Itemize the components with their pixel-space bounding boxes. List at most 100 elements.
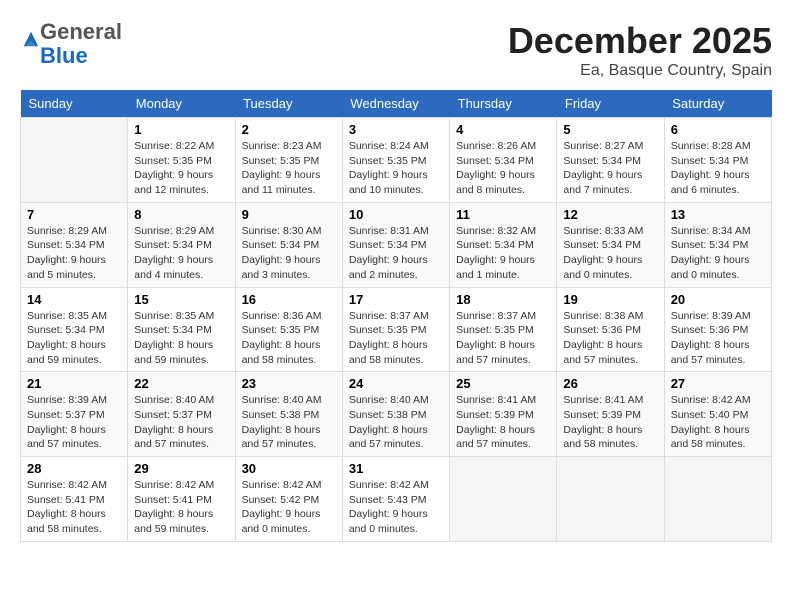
day-number: 15 <box>134 292 228 307</box>
day-info: Sunrise: 8:26 AMSunset: 5:34 PMDaylight:… <box>456 139 550 198</box>
day-number: 6 <box>671 122 765 137</box>
day-info: Sunrise: 8:35 AMSunset: 5:34 PMDaylight:… <box>134 309 228 368</box>
day-info: Sunrise: 8:42 AMSunset: 5:43 PMDaylight:… <box>349 478 443 537</box>
day-number: 27 <box>671 376 765 391</box>
day-info: Sunrise: 8:40 AMSunset: 5:38 PMDaylight:… <box>242 393 336 452</box>
calendar-cell: 4 Sunrise: 8:26 AMSunset: 5:34 PMDaylight… <box>450 118 557 203</box>
day-info: Sunrise: 8:42 AMSunset: 5:41 PMDaylight:… <box>27 478 121 537</box>
calendar-cell: 7Sunrise: 8:29 AMSunset: 5:34 PMDaylight… <box>21 202 128 287</box>
day-info: Sunrise: 8:32 AMSunset: 5:34 PMDaylight:… <box>456 224 550 283</box>
day-info: Sunrise: 8:40 AMSunset: 5:37 PMDaylight:… <box>134 393 228 452</box>
calendar-week-row: 1 Sunrise: 8:22 AMSunset: 5:35 PMDaylight… <box>21 118 772 203</box>
calendar-week-row: 7 Sunrise: 8:29 AMSunset: 5:34 PMDaylight… <box>21 202 772 287</box>
weekday-header: Saturday <box>664 90 771 118</box>
day-number: 28 <box>27 461 121 476</box>
day-number: 17 <box>349 292 443 307</box>
calendar-cell <box>21 118 128 203</box>
day-number: 22 <box>134 376 228 391</box>
calendar-cell: 27Sunrise: 8:42 AMSunset: 5:40 PMDayligh… <box>664 372 771 457</box>
calendar-cell: 1 Sunrise: 8:22 AMSunset: 5:35 PMDaylight… <box>128 118 235 203</box>
weekday-header: Friday <box>557 90 664 118</box>
day-number: 5 <box>563 122 657 137</box>
day-number: 1 <box>134 122 228 137</box>
calendar-header: SundayMondayTuesdayWednesdayThursdayFrid… <box>21 90 772 118</box>
logo-general-text: General <box>40 19 122 44</box>
calendar-cell: 20 Sunrise: 8:39 AMSunset: 5:36 PMDayligh… <box>664 287 771 372</box>
day-number: 25 <box>456 376 550 391</box>
calendar-cell: 3Sunrise: 8:24 AMSunset: 5:35 PMDaylight… <box>342 118 449 203</box>
day-info: Sunrise: 8:22 AMSunset: 5:35 PMDaylight:… <box>134 139 228 198</box>
calendar-cell: 29Sunrise: 8:42 AMSunset: 5:41 PMDayligh… <box>128 457 235 542</box>
day-info: Sunrise: 8:39 AMSunset: 5:37 PMDaylight:… <box>27 393 121 452</box>
calendar-cell: 23 Sunrise: 8:40 AMSunset: 5:38 PMDayligh… <box>235 372 342 457</box>
day-number: 10 <box>349 207 443 222</box>
calendar-cell <box>664 457 771 542</box>
day-number: 8 <box>134 207 228 222</box>
day-number: 4 <box>456 122 550 137</box>
day-number: 14 <box>27 292 121 307</box>
weekday-header: Thursday <box>450 90 557 118</box>
calendar-cell: 12 Sunrise: 8:33 AMSunset: 5:34 PMDayligh… <box>557 202 664 287</box>
calendar-body: 1 Sunrise: 8:22 AMSunset: 5:35 PMDaylight… <box>21 118 772 542</box>
day-info: Sunrise: 8:27 AMSunset: 5:34 PMDaylight:… <box>563 139 657 198</box>
calendar-cell: 13Sunrise: 8:34 AMSunset: 5:34 PMDayligh… <box>664 202 771 287</box>
day-number: 31 <box>349 461 443 476</box>
day-info: Sunrise: 8:33 AMSunset: 5:34 PMDaylight:… <box>563 224 657 283</box>
day-number: 7 <box>27 207 121 222</box>
day-info: Sunrise: 8:36 AMSunset: 5:35 PMDaylight:… <box>242 309 336 368</box>
calendar-cell: 30 Sunrise: 8:42 AMSunset: 5:42 PMDayligh… <box>235 457 342 542</box>
day-number: 19 <box>563 292 657 307</box>
calendar-cell: 24 Sunrise: 8:40 AMSunset: 5:38 PMDayligh… <box>342 372 449 457</box>
day-info: Sunrise: 8:29 AMSunset: 5:34 PMDaylight:… <box>134 224 228 283</box>
day-number: 11 <box>456 207 550 222</box>
day-number: 29 <box>134 461 228 476</box>
calendar-cell: 6 Sunrise: 8:28 AMSunset: 5:34 PMDaylight… <box>664 118 771 203</box>
calendar-week-row: 14 Sunrise: 8:35 AMSunset: 5:34 PMDayligh… <box>21 287 772 372</box>
day-info: Sunrise: 8:34 AMSunset: 5:34 PMDaylight:… <box>671 224 765 283</box>
calendar-cell: 14 Sunrise: 8:35 AMSunset: 5:34 PMDayligh… <box>21 287 128 372</box>
logo-blue-text: Blue <box>40 43 88 68</box>
calendar-cell: 15 Sunrise: 8:35 AMSunset: 5:34 PMDayligh… <box>128 287 235 372</box>
day-number: 3 <box>349 122 443 137</box>
calendar-cell <box>450 457 557 542</box>
day-number: 18 <box>456 292 550 307</box>
calendar-cell: 19 Sunrise: 8:38 AMSunset: 5:36 PMDayligh… <box>557 287 664 372</box>
calendar-table: SundayMondayTuesdayWednesdayThursdayFrid… <box>20 90 772 542</box>
calendar-cell: 17Sunrise: 8:37 AMSunset: 5:35 PMDayligh… <box>342 287 449 372</box>
day-number: 23 <box>242 376 336 391</box>
day-number: 24 <box>349 376 443 391</box>
day-info: Sunrise: 8:35 AMSunset: 5:34 PMDaylight:… <box>27 309 121 368</box>
calendar-cell: 22 Sunrise: 8:40 AMSunset: 5:37 PMDayligh… <box>128 372 235 457</box>
calendar-week-row: 28 Sunrise: 8:42 AMSunset: 5:41 PMDayligh… <box>21 457 772 542</box>
weekday-header: Wednesday <box>342 90 449 118</box>
day-info: Sunrise: 8:28 AMSunset: 5:34 PMDaylight:… <box>671 139 765 198</box>
calendar-week-row: 21 Sunrise: 8:39 AMSunset: 5:37 PMDayligh… <box>21 372 772 457</box>
weekday-header: Tuesday <box>235 90 342 118</box>
day-number: 30 <box>242 461 336 476</box>
header: General Blue December 2025 Ea, Basque Co… <box>20 20 772 80</box>
calendar-cell: 10Sunrise: 8:31 AMSunset: 5:34 PMDayligh… <box>342 202 449 287</box>
day-info: Sunrise: 8:37 AMSunset: 5:35 PMDaylight:… <box>456 309 550 368</box>
day-info: Sunrise: 8:42 AMSunset: 5:42 PMDaylight:… <box>242 478 336 537</box>
day-info: Sunrise: 8:38 AMSunset: 5:36 PMDaylight:… <box>563 309 657 368</box>
calendar-cell: 5 Sunrise: 8:27 AMSunset: 5:34 PMDaylight… <box>557 118 664 203</box>
day-number: 2 <box>242 122 336 137</box>
day-number: 26 <box>563 376 657 391</box>
calendar-cell: 11 Sunrise: 8:32 AMSunset: 5:34 PMDayligh… <box>450 202 557 287</box>
day-info: Sunrise: 8:40 AMSunset: 5:38 PMDaylight:… <box>349 393 443 452</box>
day-number: 12 <box>563 207 657 222</box>
day-number: 21 <box>27 376 121 391</box>
day-number: 9 <box>242 207 336 222</box>
logo-icon <box>22 30 40 48</box>
weekday-header: Sunday <box>21 90 128 118</box>
day-info: Sunrise: 8:41 AMSunset: 5:39 PMDaylight:… <box>456 393 550 452</box>
day-info: Sunrise: 8:39 AMSunset: 5:36 PMDaylight:… <box>671 309 765 368</box>
calendar-cell: 25 Sunrise: 8:41 AMSunset: 5:39 PMDayligh… <box>450 372 557 457</box>
calendar-cell: 31 Sunrise: 8:42 AMSunset: 5:43 PMDayligh… <box>342 457 449 542</box>
calendar-cell: 9 Sunrise: 8:30 AMSunset: 5:34 PMDaylight… <box>235 202 342 287</box>
day-number: 20 <box>671 292 765 307</box>
title-area: December 2025 Ea, Basque Country, Spain <box>508 20 772 80</box>
calendar-cell: 8 Sunrise: 8:29 AMSunset: 5:34 PMDaylight… <box>128 202 235 287</box>
location: Ea, Basque Country, Spain <box>508 62 772 80</box>
day-info: Sunrise: 8:30 AMSunset: 5:34 PMDaylight:… <box>242 224 336 283</box>
